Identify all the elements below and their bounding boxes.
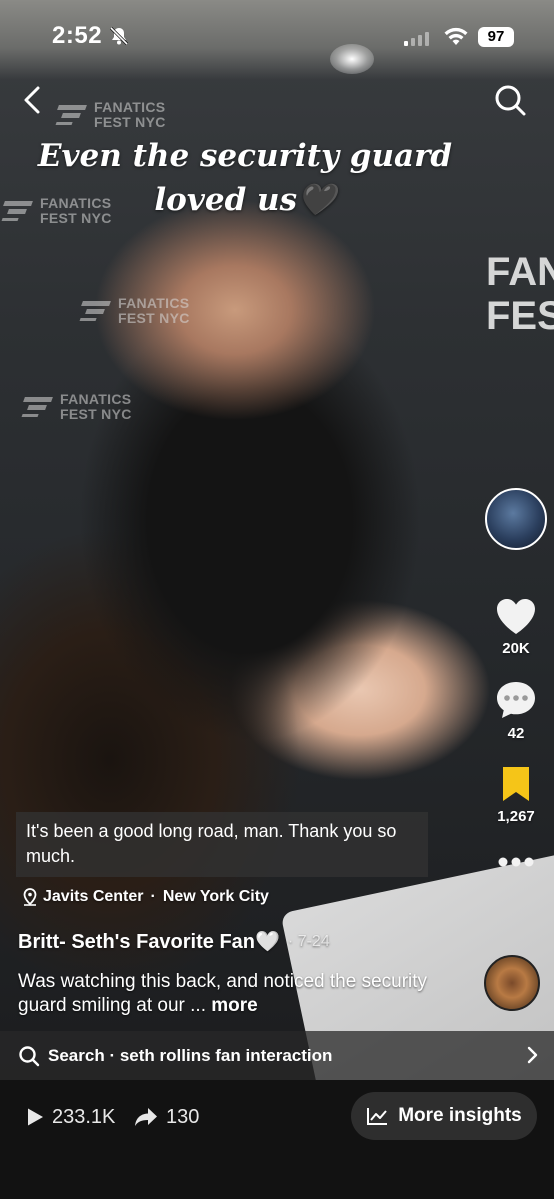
bottom-stats-bar: 233.1K 130 More insights [0,1080,554,1199]
location-tag[interactable]: Javits Center · New York City [22,888,269,906]
status-bar: 2:52 97 [0,0,554,60]
search-icon [19,1045,40,1066]
search-icon[interactable] [492,82,528,118]
creator-avatar[interactable] [485,488,547,550]
author-name[interactable]: Britt- Seth's Favorite Fan🤍 [18,929,280,954]
status-time: 2:52 [52,22,103,49]
search-suggestion-bar[interactable]: Search · seth rollins fan interaction [0,1031,554,1080]
location-name: Javits Center [43,888,144,905]
line-chart-icon [367,1108,388,1125]
signal-icon [404,30,429,46]
location-pin-icon [23,888,37,906]
location-city: New York City [162,888,269,905]
post-date: · 7-24 [287,932,330,950]
shares-count: 130 [166,1105,200,1128]
top-nav [0,78,554,122]
more-insights-button[interactable]: More insights [351,1092,537,1140]
video-subtitle: It's been a good long road, man. Thank y… [16,812,428,877]
more-link[interactable]: more [211,995,257,1016]
action-rail: 20K 42 1,267 [485,488,547,869]
wifi-icon [444,27,468,45]
backdrop-logo: FANATICS FEST NYC [20,392,132,422]
heart-icon [497,599,535,634]
backdrop-logo: FANATICS FEST NYC [78,296,190,326]
more-dots-icon [498,857,534,867]
video-text-overlay: Even the security guard loved us🖤 [37,138,453,218]
views-count: 233.1K [52,1105,116,1128]
share-arrow-icon [135,1108,157,1126]
shares-stat: 130 [134,1102,199,1132]
more-options-button[interactable] [496,855,536,869]
play-icon [28,1108,43,1126]
sound-disc[interactable] [484,955,540,1011]
save-button[interactable]: 1,267 [497,764,535,825]
bookmark-icon [502,767,529,801]
save-count: 1,267 [497,808,535,825]
search-suggestion-text: Search · seth rollins fan interaction [48,1045,333,1065]
post-description[interactable]: Was watching this back, and noticed the … [18,970,458,1018]
views-stat: 233.1K [26,1102,115,1132]
author-row[interactable]: Britt- Seth's Favorite Fan🤍 · 7-24 [18,929,330,954]
like-count: 20K [502,640,530,657]
location-separator: · [150,888,156,905]
more-insights-label: More insights [398,1105,522,1126]
like-button[interactable]: 20K [494,596,538,657]
chevron-right-icon [527,1046,538,1064]
bell-muted-icon [109,26,129,46]
comment-count: 42 [507,725,525,742]
battery-indicator: 97 [478,27,514,47]
back-arrow-icon[interactable] [18,82,48,118]
comment-icon [497,682,535,718]
comment-button[interactable]: 42 [494,679,538,742]
backdrop-big-text: FAN FES [486,250,554,338]
